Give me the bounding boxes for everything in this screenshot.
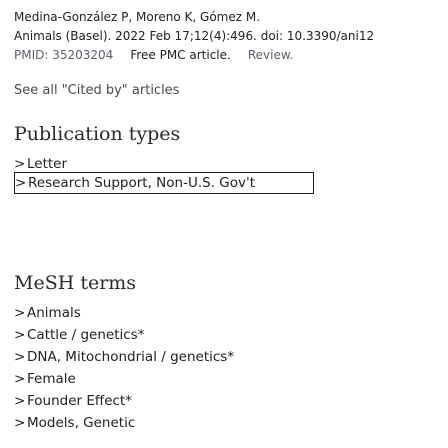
citation-authors: Medina-González P, Moreno K, Gómez M. [14, 10, 261, 24]
mesh-term-label: Animals [27, 305, 81, 321]
citation-pmid: PMID: 35203204 [14, 48, 114, 62]
mesh-term-label: Female [27, 371, 76, 387]
mesh-term-label: Founder Effect* [27, 393, 132, 409]
chevron-right-icon: > [14, 327, 26, 343]
mesh-term-item[interactable]: > Animals [14, 303, 81, 323]
mesh-term-item[interactable]: > Founder Effect* [14, 391, 132, 411]
page: Medina-González P, Moreno K, Gómez M. An… [0, 0, 448, 448]
mesh-term-item[interactable]: > Models, Genetic [14, 413, 135, 433]
publication-type-label: Research Support, Non-U.S. Gov't [28, 175, 255, 191]
mesh-term-label: Cattle / genetics* [27, 327, 145, 343]
citation-meta: PMID: 35203204 Free PMC article. Review. [14, 48, 293, 62]
chevron-right-icon: > [14, 349, 26, 365]
citation-review: Review. [247, 48, 294, 62]
chevron-right-icon: > [14, 371, 26, 387]
mesh-term-item[interactable]: > Female [14, 369, 76, 389]
see-all-cited-by-link[interactable]: See all "Cited by" articles [14, 83, 179, 98]
publication-type-item[interactable]: > Letter [14, 154, 67, 174]
mesh-term-label: DNA, Mitochondrial / genetics* [27, 349, 235, 365]
mesh-term-item[interactable]: > Cattle / genetics* [14, 325, 144, 345]
mesh-term-item[interactable]: > DNA, Mitochondrial / genetics* [14, 347, 234, 367]
citation-journal: Animals (Basel). 2022 Feb 17;12(4):496. … [14, 29, 375, 43]
mesh-term-label: Models, Genetic [27, 415, 136, 431]
chevron-right-icon: > [14, 393, 26, 409]
chevron-right-icon: > [14, 415, 26, 431]
chevron-right-icon: > [14, 305, 26, 321]
chevron-right-icon: > [15, 175, 27, 191]
free-pmc-link[interactable]: Free PMC article. [130, 48, 231, 62]
chevron-right-icon: > [14, 156, 26, 172]
publication-types-heading: Publication types [14, 123, 181, 145]
publication-type-item-focused[interactable]: > Research Support, Non-U.S. Gov't [14, 172, 314, 194]
publication-type-label: Letter [27, 156, 68, 172]
mesh-terms-heading: MeSH terms [14, 272, 137, 294]
